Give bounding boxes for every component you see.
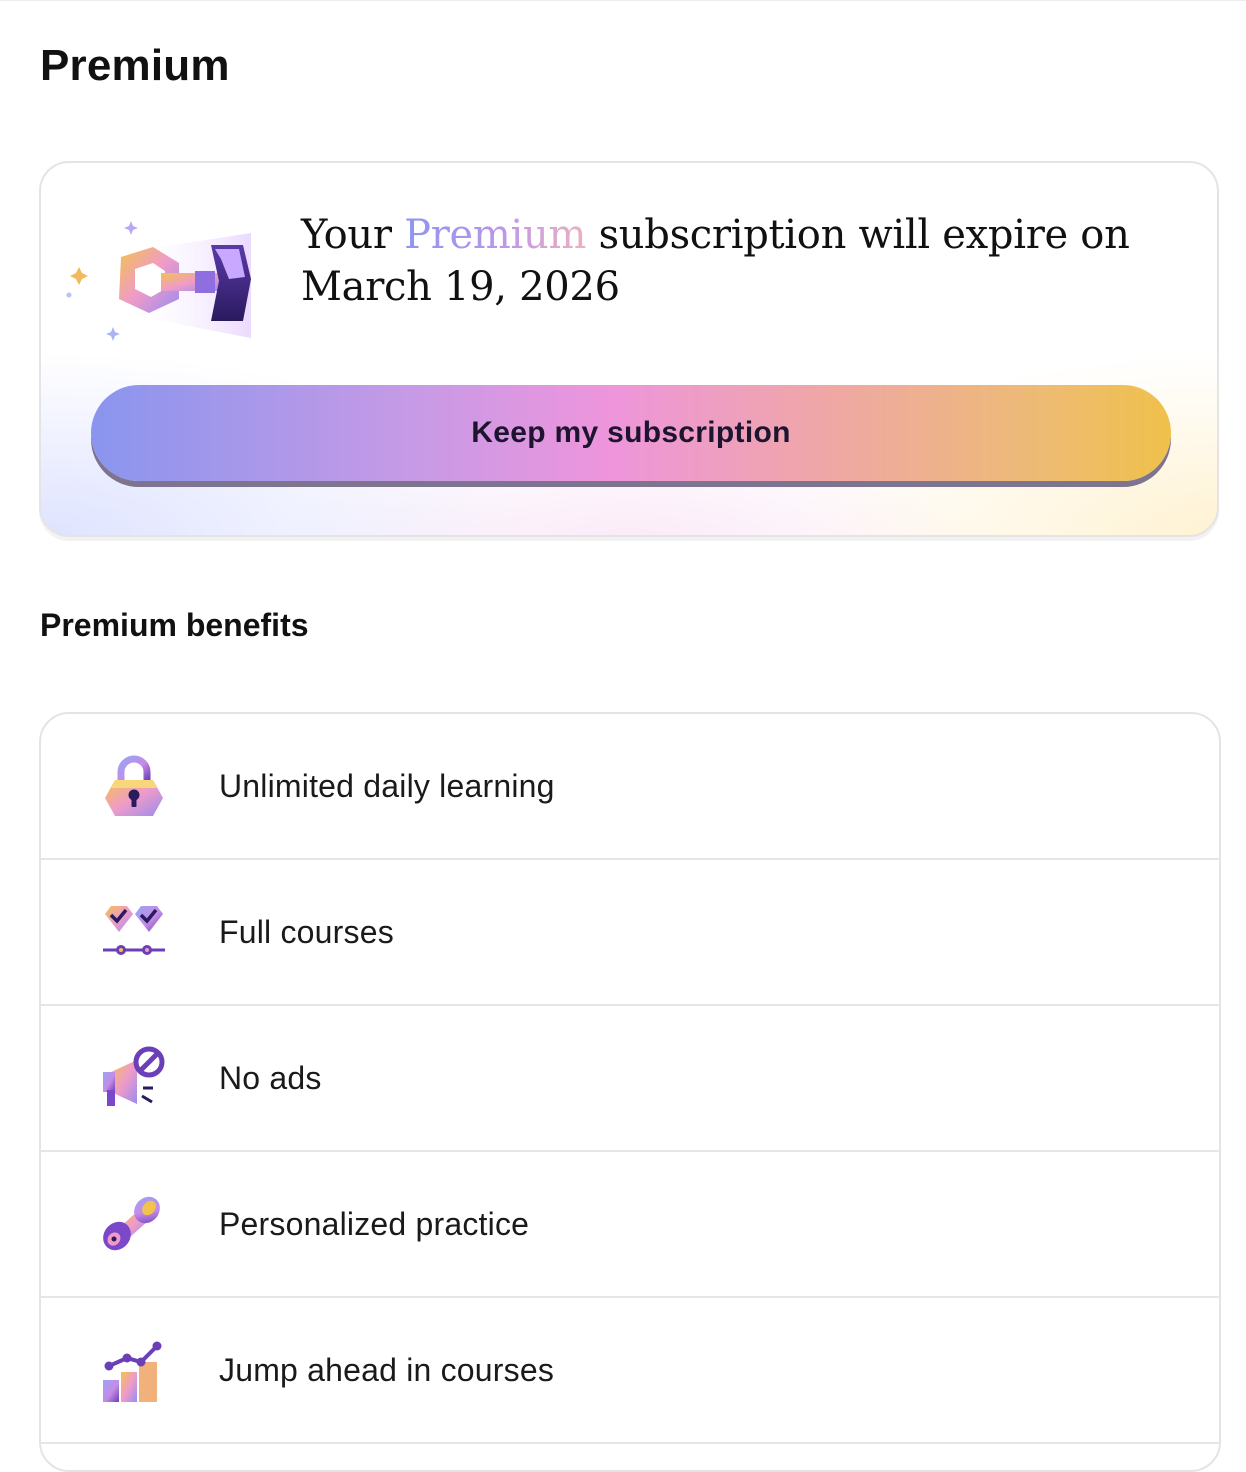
benefit-jump-ahead: Jump ahead in courses <box>41 1298 1219 1444</box>
no-ads-megaphone-icon <box>97 1044 171 1114</box>
padlock-icon <box>97 752 171 822</box>
key-icon <box>61 213 261 353</box>
benefit-label: Full courses <box>219 914 394 950</box>
keep-subscription-button[interactable]: Keep my subscription <box>91 385 1171 481</box>
benefits-heading: Premium benefits <box>40 607 309 643</box>
benefit-label: Unlimited daily learning <box>219 768 555 804</box>
benefit-personalized-practice: Personalized practice <box>41 1152 1219 1298</box>
benefit-no-ads: No ads <box>41 1006 1219 1152</box>
benefit-label: No ads <box>219 1060 322 1096</box>
course-path-icon <box>97 898 171 968</box>
premium-highlight: Premium <box>404 212 587 258</box>
benefit-unlimited-daily-learning: Unlimited daily learning <box>41 714 1219 860</box>
page-title: Premium <box>40 41 230 90</box>
dumbbell-icon <box>97 1190 171 1260</box>
subscription-card: Your Premium subscription will expire on… <box>39 161 1219 537</box>
benefit-label: Jump ahead in courses <box>219 1352 555 1388</box>
expiration-message: Your Premium subscription will expire on… <box>301 209 1181 313</box>
top-divider <box>0 0 1246 1</box>
progress-chart-icon <box>97 1336 171 1406</box>
message-prefix: Your <box>301 212 405 258</box>
benefit-label: Personalized practice <box>219 1206 530 1242</box>
benefit-full-courses: Full courses <box>41 860 1219 1006</box>
benefits-list: Unlimited daily learning Full courses No… <box>39 712 1221 1472</box>
